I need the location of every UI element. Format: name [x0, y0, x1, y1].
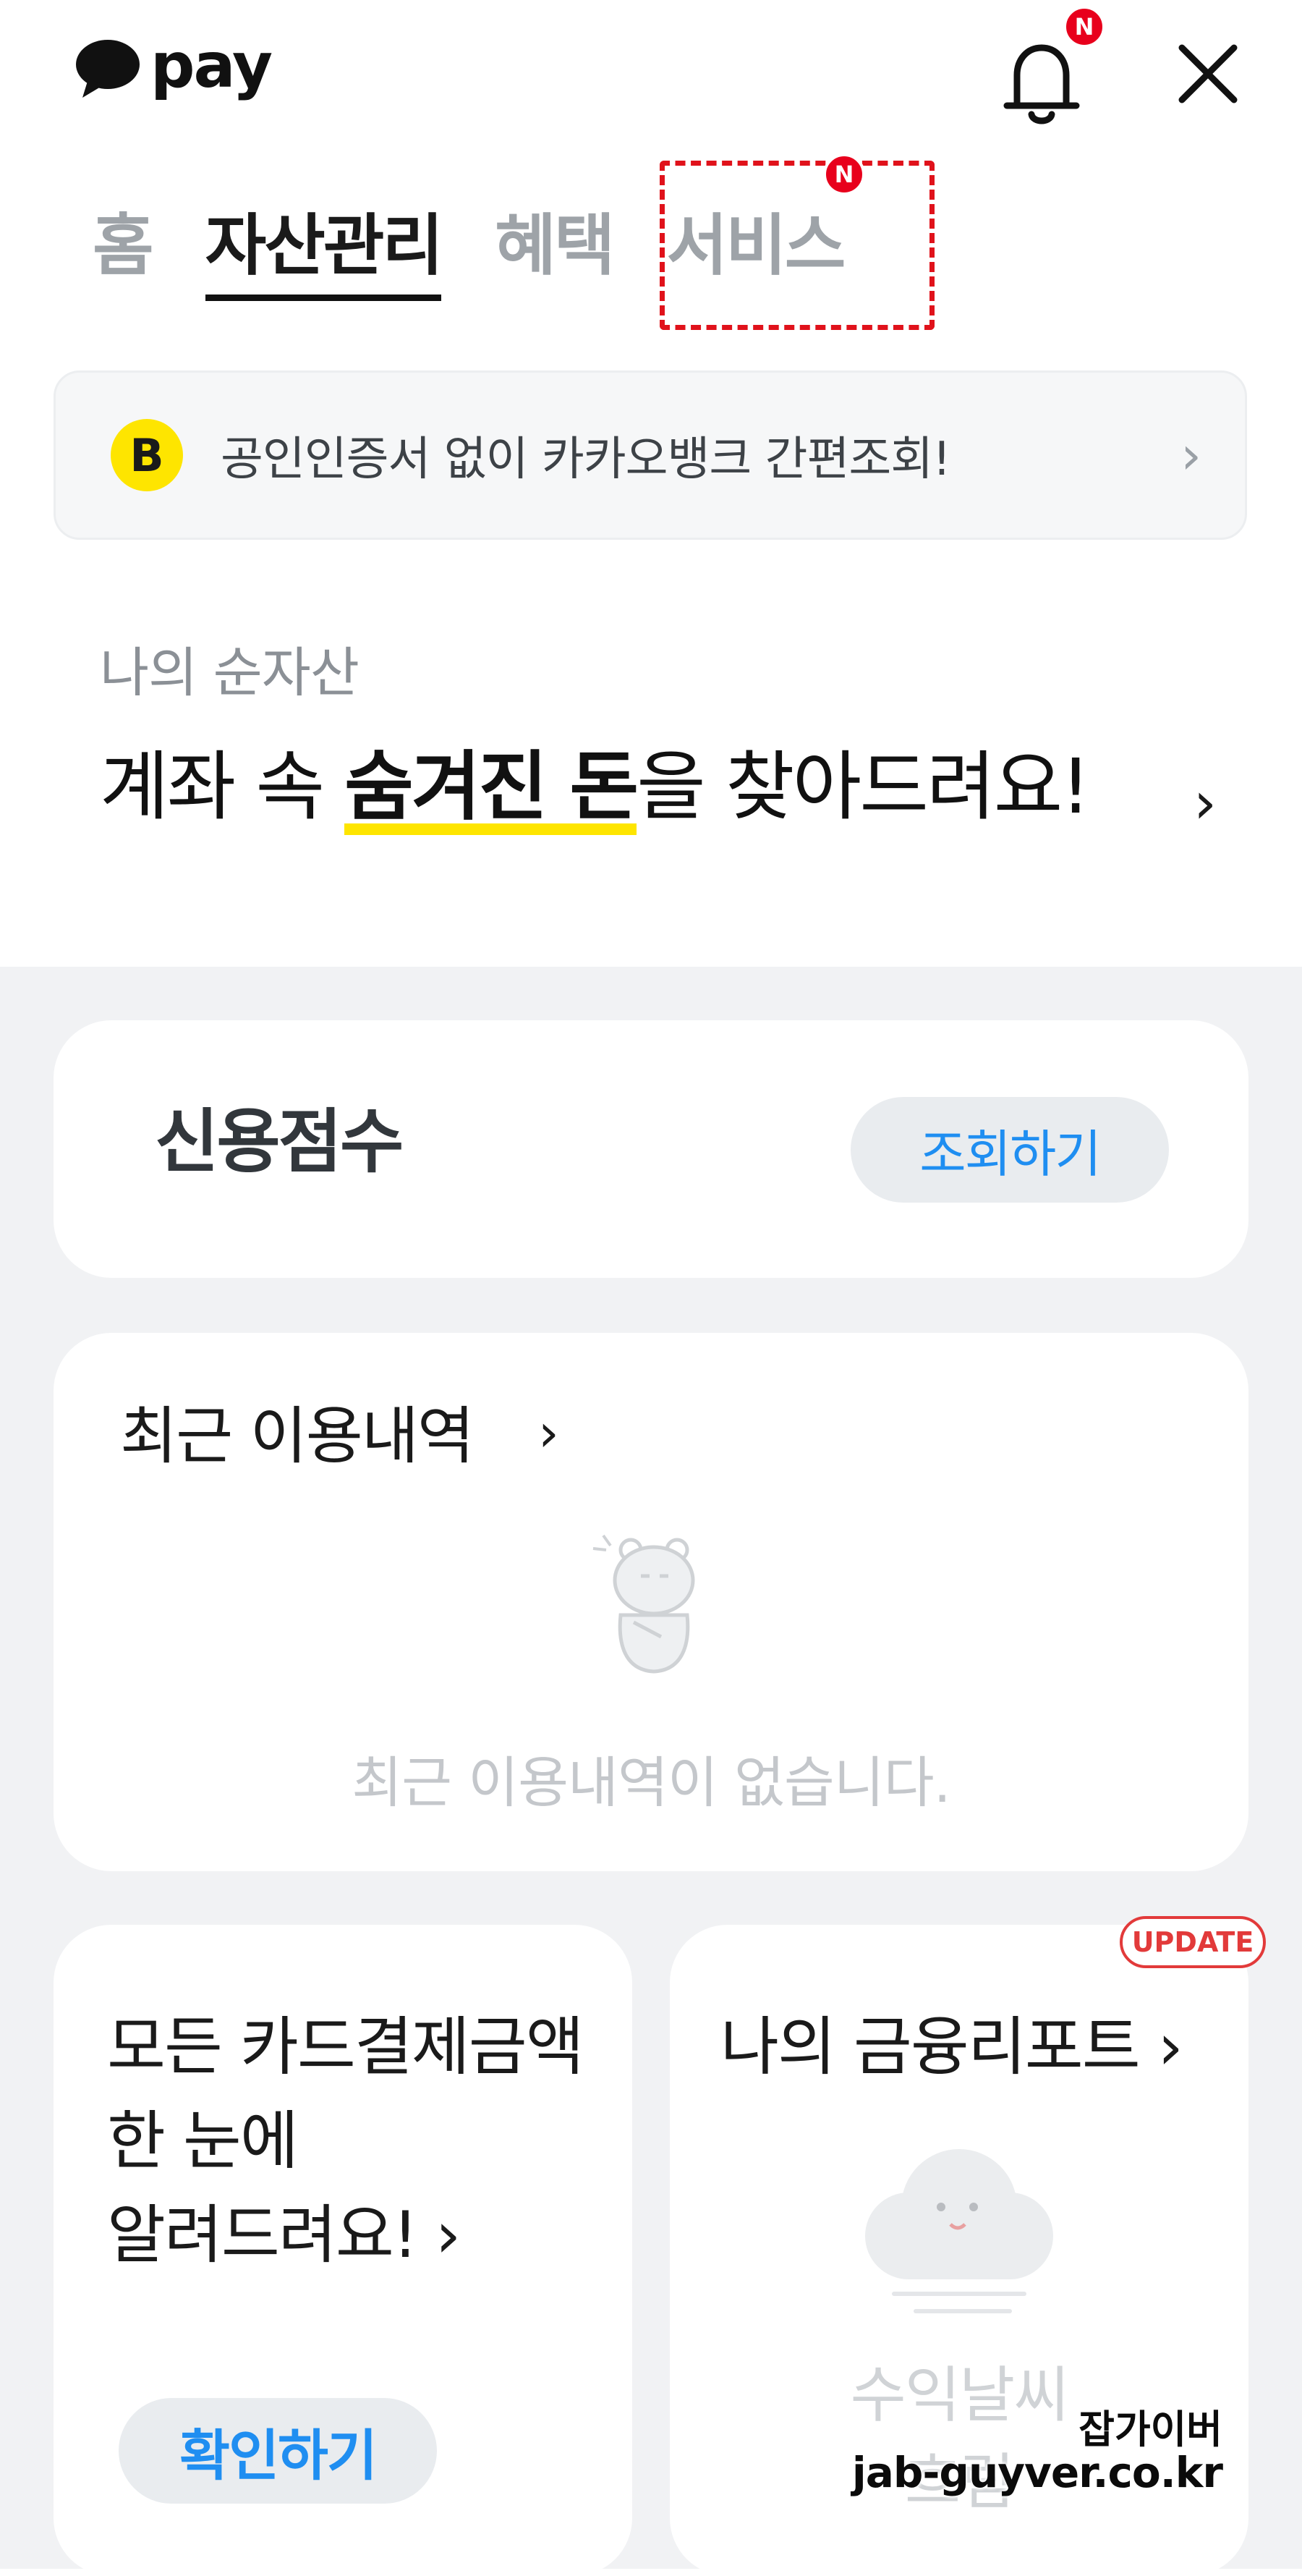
close-button[interactable]: [1172, 38, 1244, 110]
card-payment-line3: 알려드려요!: [107, 2198, 418, 2272]
tab-asset-management[interactable]: 자산관리: [205, 213, 443, 301]
credit-score-title: 신용점수: [155, 1101, 404, 1182]
tab-benefits[interactable]: 혜택: [495, 213, 615, 279]
chevron-right-icon: ›: [1194, 769, 1217, 836]
services-new-badge: N: [823, 153, 865, 195]
net-assets-text-after: 을 찾아드려요!: [637, 742, 1091, 831]
net-assets-link[interactable]: 계좌 속 숨겨진 돈을 찾아드려요!: [100, 742, 1091, 831]
recent-usage-card: 최근 이용내역 › 최근 이용내역이 없습니다.: [54, 1333, 1248, 1871]
chevron-right-icon: ›: [538, 1402, 559, 1463]
watermark-line1: 잡가이버: [1078, 2407, 1222, 2452]
chevron-right-icon: ›: [1139, 2009, 1183, 2084]
notification-button[interactable]: N: [995, 6, 1105, 127]
card-payment-confirm-button[interactable]: 확인하기: [119, 2398, 437, 2504]
finance-report-title: 나의 금융리포트: [720, 2009, 1141, 2084]
recent-usage-title[interactable]: 최근 이용내역: [120, 1405, 475, 1467]
close-icon: [1178, 44, 1238, 103]
kakaobank-banner[interactable]: B 공인인증서 없이 카카오뱅크 간편조회! ›: [54, 370, 1247, 540]
ryan-character-icon: [592, 1534, 695, 1674]
card-payment-line2: 한 눈에: [107, 2103, 299, 2178]
chevron-right-icon: ›: [1180, 425, 1201, 486]
cloud-character-icon: [865, 2149, 1053, 2313]
card-payment-card[interactable]: 모든 카드결제금액 한 눈에 알려드려요! › 확인하기: [54, 1925, 632, 2576]
credit-score-card: 신용점수 조회하기: [54, 1020, 1248, 1278]
services-highlight-box: [660, 161, 935, 330]
watermark-line2: jab-guyver.co.kr: [851, 2447, 1223, 2497]
net-assets-label: 나의 순자산: [100, 642, 359, 704]
update-badge: UPDATE: [1120, 1916, 1266, 1968]
banner-text: 공인인증서 없이 카카오뱅크 간편조회!: [221, 433, 951, 486]
card-payment-line1: 모든 카드결제금액: [107, 2009, 584, 2084]
tab-home[interactable]: 홈: [93, 213, 154, 279]
kakaobank-icon: B: [111, 419, 183, 491]
net-assets-highlight: 숨겨진 돈: [344, 742, 639, 831]
net-assets-text-before: 계좌 속: [100, 742, 345, 831]
credit-check-button[interactable]: 조회하기: [851, 1097, 1169, 1203]
logo-text: pay: [150, 30, 273, 102]
watermark: 잡가이버 jab-guyver.co.kr: [846, 2407, 1223, 2497]
speech-bubble-icon: [76, 40, 140, 98]
recent-usage-empty-message: 최근 이용내역이 없습니다.: [352, 1750, 951, 1815]
kakaopay-logo: pay: [75, 29, 273, 109]
notification-badge: N: [1063, 6, 1105, 48]
chevron-right-icon: ›: [417, 2198, 461, 2272]
